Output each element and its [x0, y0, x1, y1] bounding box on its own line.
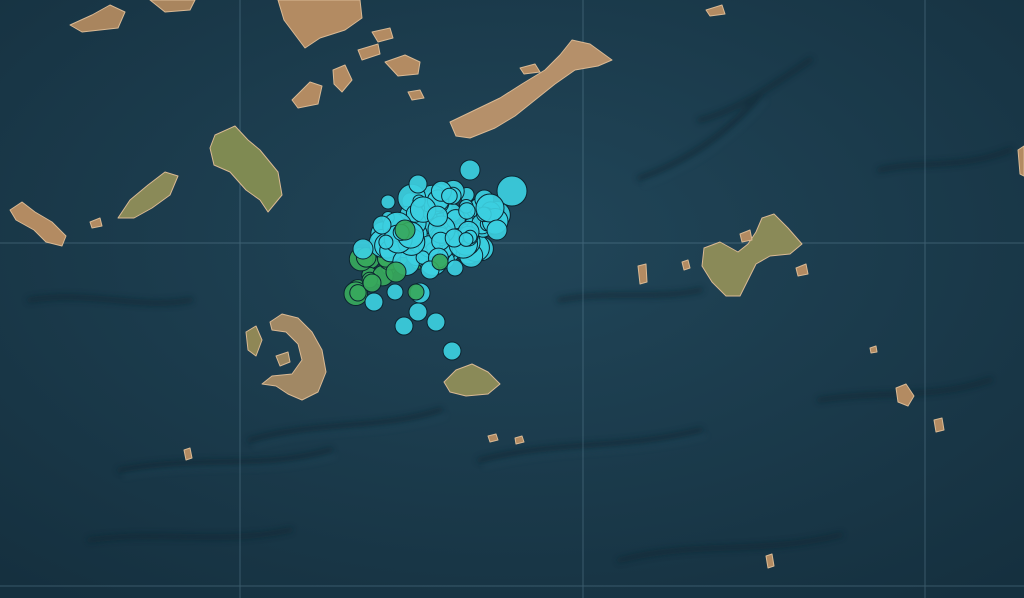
- islet-sc1: [487, 433, 499, 443]
- islet-south-west: [183, 447, 193, 461]
- islet-e4: [681, 259, 691, 271]
- map-canvas[interactable]: [0, 0, 1024, 598]
- earthquake-marker[interactable]: [380, 194, 396, 210]
- earthquake-marker[interactable]: [458, 232, 474, 247]
- earthquake-marker[interactable]: [362, 273, 382, 293]
- earthquake-marker[interactable]: [442, 341, 462, 361]
- earthquake-marker[interactable]: [372, 215, 392, 235]
- earthquake-marker[interactable]: [458, 202, 476, 220]
- earthquake-marker[interactable]: [486, 219, 508, 241]
- islet-southeast: [765, 553, 775, 569]
- map-view[interactable]: [0, 0, 1024, 598]
- earthquake-marker[interactable]: [352, 238, 374, 260]
- earthquake-marker[interactable]: [475, 193, 505, 223]
- earthquake-marker[interactable]: [394, 219, 416, 241]
- earthquake-marker[interactable]: [459, 159, 481, 181]
- earthquake-marker[interactable]: [408, 302, 428, 322]
- earthquake-marker[interactable]: [426, 205, 448, 227]
- earthquake-marker[interactable]: [441, 187, 458, 205]
- sea-background: [0, 0, 1024, 598]
- earthquake-marker[interactable]: [426, 312, 446, 332]
- islet-far-east-2: [933, 417, 945, 433]
- earthquake-marker[interactable]: [386, 283, 404, 301]
- earthquake-marker[interactable]: [407, 283, 425, 301]
- earthquake-marker[interactable]: [364, 292, 384, 312]
- islet-sc2: [514, 435, 525, 445]
- islet-e3: [637, 263, 648, 285]
- earthquake-marker[interactable]: [446, 259, 464, 277]
- earthquake-marker[interactable]: [378, 234, 394, 250]
- earthquake-marker[interactable]: [385, 261, 407, 283]
- earthquake-marker[interactable]: [394, 316, 414, 336]
- earthquake-marker[interactable]: [431, 253, 449, 271]
- earthquake-marker[interactable]: [408, 174, 428, 194]
